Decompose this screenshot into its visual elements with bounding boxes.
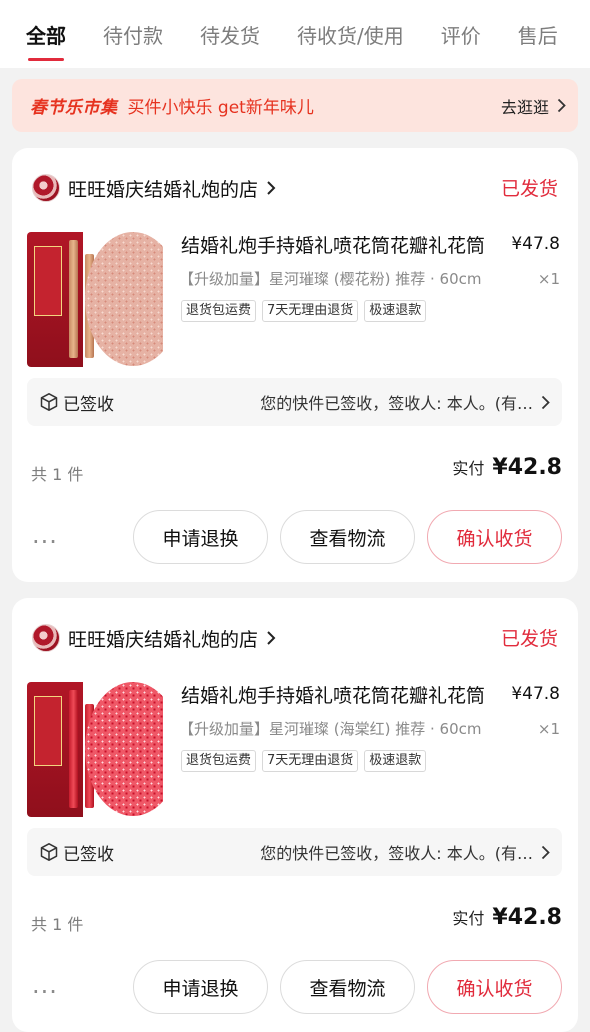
order-card: 旺旺婚庆结婚礼炮的店 已发货 结婚礼炮手持婚礼喷花筒花瓣礼花筒 ¥47.8 【升… xyxy=(12,148,578,582)
shop-link[interactable]: 旺旺婚庆结婚礼炮的店 xyxy=(32,172,276,204)
apply-return-button[interactable]: 申请退换 xyxy=(133,960,268,1014)
product-box-label xyxy=(34,696,62,766)
product-title[interactable]: 结婚礼炮手持婚礼喷花筒花瓣礼花筒 xyxy=(181,232,489,260)
total-label: 实付 xyxy=(452,909,485,928)
more-dots-icon[interactable]: ··· xyxy=(32,528,58,556)
banner-brand: 春节乐市集 xyxy=(30,98,118,118)
product-box-label xyxy=(34,246,62,316)
service-tags: 退货包运费 7天无理由退货 极速退款 xyxy=(181,750,432,772)
tab-pending-shipment[interactable]: 待发货 xyxy=(200,20,260,49)
order-status: 已发货 xyxy=(500,628,558,650)
banner-link-label: 去逛逛 xyxy=(500,97,549,117)
confetti-pile xyxy=(85,232,163,366)
confetti-pile xyxy=(85,682,163,816)
item-count: 共 1 件 xyxy=(31,465,84,484)
tag-free-return-shipping: 退货包运费 xyxy=(181,300,257,322)
product-sku: 【升级加量】星河璀璨 (樱花粉) 推荐 · 60cm xyxy=(179,270,482,288)
item-count: 共 1 件 xyxy=(31,915,84,934)
product-quantity: ×1 xyxy=(537,270,560,288)
chevron-right-icon xyxy=(541,395,550,409)
chevron-right-icon xyxy=(557,98,566,113)
tab-all[interactable]: 全部 xyxy=(26,20,66,61)
chevron-right-icon xyxy=(267,631,276,645)
more-dots-icon[interactable]: ··· xyxy=(32,978,58,1006)
tag-free-return-shipping: 退货包运费 xyxy=(181,750,257,772)
tag-7-day-return: 7天无理由退货 xyxy=(262,300,359,322)
shop-name: 旺旺婚庆结婚礼炮的店 xyxy=(68,178,259,201)
product-quantity: ×1 xyxy=(537,720,560,738)
order-status: 已发货 xyxy=(500,178,558,200)
total-paid: 实付 ¥42.8 xyxy=(452,455,562,480)
chevron-right-icon xyxy=(541,845,550,859)
banner-browse-link[interactable]: 去逛逛 xyxy=(501,94,566,118)
logistics-row[interactable]: 已签收 您的快件已签收，签收人: 本人。(有… xyxy=(27,378,562,426)
chevron-right-icon xyxy=(267,181,276,195)
tag-fast-refund: 极速退款 xyxy=(364,300,427,322)
logistics-message: 您的快件已签收，签收人: 本人。(有… xyxy=(260,844,533,863)
confetti-tube xyxy=(69,690,78,808)
order-tabs: 全部 待付款 待发货 待收货/使用 评价 售后 xyxy=(0,0,590,68)
logistics-status: 已签收 xyxy=(63,844,114,865)
tab-review[interactable]: 评价 xyxy=(441,20,481,49)
logistics-message: 您的快件已签收，签收人: 本人。(有… xyxy=(260,394,533,413)
order-card: 旺旺婚庆结婚礼炮的店 已发货 结婚礼炮手持婚礼喷花筒花瓣礼花筒 ¥47.8 【升… xyxy=(12,598,578,1032)
confirm-receipt-button[interactable]: 确认收货 xyxy=(427,960,562,1014)
view-logistics-button[interactable]: 查看物流 xyxy=(280,960,415,1014)
shop-name: 旺旺婚庆结婚礼炮的店 xyxy=(68,628,259,651)
tab-pending-receipt[interactable]: 待收货/使用 xyxy=(297,20,404,49)
product-image[interactable] xyxy=(27,232,163,367)
total-value: ¥42.8 xyxy=(492,455,562,480)
shop-avatar xyxy=(32,624,60,652)
apply-return-button[interactable]: 申请退换 xyxy=(133,510,268,564)
total-value: ¥42.8 xyxy=(492,905,562,930)
total-label: 实付 xyxy=(452,459,485,478)
logistics-status: 已签收 xyxy=(63,394,114,415)
product-image[interactable] xyxy=(27,682,163,817)
product-price: ¥47.8 xyxy=(511,684,560,704)
product-title[interactable]: 结婚礼炮手持婚礼喷花筒花瓣礼花筒 xyxy=(181,682,489,710)
tab-pending-payment[interactable]: 待付款 xyxy=(103,20,163,49)
tag-fast-refund: 极速退款 xyxy=(364,750,427,772)
view-logistics-button[interactable]: 查看物流 xyxy=(280,510,415,564)
banner-text: 买件小快乐 get新年味儿 xyxy=(127,98,314,118)
total-paid: 实付 ¥42.8 xyxy=(452,905,562,930)
service-tags: 退货包运费 7天无理由退货 极速退款 xyxy=(181,300,432,322)
package-icon xyxy=(39,392,59,412)
logistics-row[interactable]: 已签收 您的快件已签收，签收人: 本人。(有… xyxy=(27,828,562,876)
tag-7-day-return: 7天无理由退货 xyxy=(262,750,359,772)
promo-banner[interactable]: 春节乐市集 买件小快乐 get新年味儿 去逛逛 xyxy=(12,79,578,132)
product-price: ¥47.8 xyxy=(511,234,560,254)
confirm-receipt-button[interactable]: 确认收货 xyxy=(427,510,562,564)
product-sku: 【升级加量】星河璀璨 (海棠红) 推荐 · 60cm xyxy=(179,720,482,738)
confetti-tube xyxy=(69,240,78,358)
shop-link[interactable]: 旺旺婚庆结婚礼炮的店 xyxy=(32,622,276,654)
tab-after-sales[interactable]: 售后 xyxy=(518,20,558,49)
package-icon xyxy=(39,842,59,862)
shop-avatar xyxy=(32,174,60,202)
